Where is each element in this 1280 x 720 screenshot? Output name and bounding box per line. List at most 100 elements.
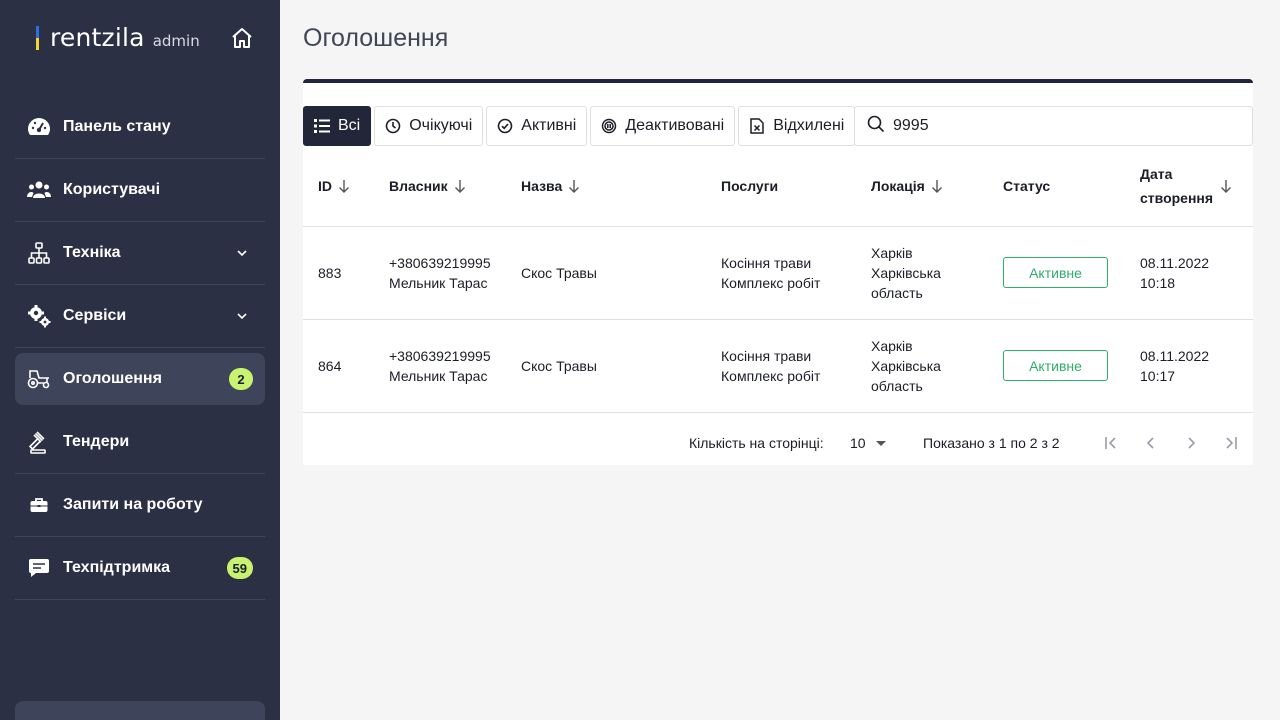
- service-item: Комплекс робіт: [721, 274, 821, 291]
- next-page-icon[interactable]: [1181, 433, 1201, 453]
- column-header-location[interactable]: Локація: [871, 146, 1003, 227]
- cell-services: Косіння трави Комплекс робіт: [721, 226, 871, 320]
- page-size-value: 10: [850, 435, 866, 451]
- sidebar-item-label: Сервіси: [63, 307, 127, 324]
- tractor-icon: [27, 367, 51, 391]
- sidebar-item-label: Тендери: [63, 433, 130, 450]
- cell-status: Активне: [1003, 226, 1140, 320]
- tab-label: Деактивовані: [625, 117, 725, 134]
- tab-label: Всі: [338, 117, 361, 134]
- tab-label: Очікуючі: [409, 117, 473, 134]
- sidebar-item-job-requests[interactable]: Запити на роботу: [15, 474, 265, 537]
- sidebar-item-listings[interactable]: Оголошення 2: [15, 353, 265, 405]
- home-icon[interactable]: [230, 26, 258, 52]
- page-size-label: Кількість на сторінці:: [689, 435, 824, 451]
- owner-name: Мельник Тарас: [389, 367, 488, 384]
- chat-icon: [27, 556, 51, 580]
- service-item: Косіння трави: [721, 254, 812, 271]
- cell-id: 864: [303, 319, 389, 413]
- header-label: ID: [318, 177, 332, 194]
- users-icon: [27, 178, 51, 202]
- owner-phone: +380639219995: [389, 254, 491, 271]
- column-header-services: Послуги: [721, 146, 871, 227]
- first-page-icon[interactable]: [1101, 433, 1121, 453]
- sort-arrow-icon[interactable]: [931, 179, 943, 193]
- caret-down-icon: [875, 440, 886, 446]
- column-header-status: Статус: [1003, 146, 1140, 227]
- tab-all[interactable]: Всі: [303, 106, 372, 146]
- header-label: Назва: [521, 177, 563, 194]
- sidebar-item-users[interactable]: Користувачі: [15, 159, 265, 222]
- support-count-badge: 59: [226, 557, 253, 579]
- tab-label: Відхилені: [773, 117, 845, 134]
- cell-date: 08.11.2022 10:18: [1140, 226, 1253, 320]
- sidebar-item-tenders[interactable]: Тендери: [15, 411, 265, 474]
- sort-arrow-icon[interactable]: [568, 179, 580, 193]
- gavel-icon: [27, 430, 51, 454]
- cell-owner: +380639219995 Мельник Тарас: [389, 226, 521, 320]
- listings-table: ID Власник Назва Послуги Локація Статус …: [303, 146, 1253, 413]
- sidebar-item-equipment[interactable]: Техніка: [15, 222, 265, 285]
- search-icon: [867, 115, 885, 138]
- cell-name: Скос Травы: [521, 319, 721, 413]
- sort-arrow-icon[interactable]: [454, 179, 466, 193]
- search-input[interactable]: [893, 117, 1233, 135]
- table-row[interactable]: 864 +380639219995 Мельник Тарас Скос Трав…: [303, 319, 1253, 413]
- sort-arrow-icon[interactable]: [1220, 179, 1232, 193]
- last-page-icon[interactable]: [1221, 433, 1241, 453]
- cell-id: 883: [303, 226, 389, 320]
- header-label: Статус: [1003, 177, 1051, 194]
- page-title: Оголошення: [303, 24, 449, 52]
- date-value: 08.11.2022: [1140, 347, 1210, 364]
- chevron-down-icon: [235, 246, 249, 260]
- location-city: Харків: [871, 337, 913, 354]
- tab-active[interactable]: Активні: [486, 106, 588, 146]
- status-badge: Активне: [1003, 257, 1108, 288]
- service-item: Комплекс робіт: [721, 367, 821, 384]
- list-icon: [314, 118, 330, 134]
- tab-pending[interactable]: Очікуючі: [374, 106, 484, 146]
- sidebar-item-label: Оголошення: [63, 370, 162, 387]
- hierarchy-icon: [27, 241, 51, 265]
- cell-status: Активне: [1003, 319, 1140, 413]
- sidebar-item-label: Запити на роботу: [63, 496, 203, 513]
- sidebar-item-dashboard[interactable]: Панель стану: [15, 96, 265, 159]
- time-value: 10:18: [1140, 274, 1176, 291]
- chevron-down-icon: [235, 309, 249, 323]
- tab-label: Активні: [521, 117, 577, 134]
- location-suffix: область: [871, 377, 923, 394]
- cell-location: Харків Харківська область: [871, 319, 1003, 413]
- header-label: Власник: [389, 177, 448, 194]
- prev-page-icon[interactable]: [1141, 433, 1161, 453]
- sidebar-item-support[interactable]: Техпідтримка 59: [15, 537, 265, 600]
- tab-rejected[interactable]: Відхилені: [738, 106, 856, 146]
- column-header-id[interactable]: ID: [303, 146, 389, 227]
- brand-name: rentzila: [50, 23, 145, 52]
- cell-location: Харків Харківська область: [871, 226, 1003, 320]
- owner-phone: +380639219995: [389, 347, 491, 364]
- sidebar-item-label: Користувачі: [63, 181, 161, 198]
- cell-owner: +380639219995 Мельник Тарас: [389, 319, 521, 413]
- column-header-date[interactable]: Дата створення: [1140, 146, 1253, 227]
- pause-circle-icon: [601, 118, 617, 134]
- column-header-owner[interactable]: Власник: [389, 146, 521, 227]
- sidebar-profile-card[interactable]: [15, 701, 265, 720]
- sidebar-nav: Панель стану Користувачі Техніка Сервіси: [15, 96, 265, 600]
- table-header-row: ID Власник Назва Послуги Локація Статус …: [303, 146, 1253, 227]
- page-size-select[interactable]: 10: [850, 435, 886, 451]
- tab-deactivated[interactable]: Деактивовані: [590, 106, 736, 146]
- filter-tabs: Всі Очікуючі Активні Деактивовані Відхил…: [303, 106, 858, 146]
- column-header-name[interactable]: Назва: [521, 146, 721, 227]
- search-box[interactable]: [854, 106, 1253, 146]
- sort-arrow-icon[interactable]: [338, 179, 350, 193]
- table-row[interactable]: 883 +380639219995 Мельник Тарас Скос Трав…: [303, 226, 1253, 320]
- gears-icon: [27, 304, 51, 328]
- listings-count-badge: 2: [229, 368, 253, 390]
- brand-logo[interactable]: rentzila admin: [36, 22, 200, 54]
- owner-name: Мельник Тарас: [389, 274, 488, 291]
- sidebar-item-services[interactable]: Сервіси: [15, 285, 265, 348]
- briefcase-icon: [27, 493, 51, 517]
- cell-services: Косіння трави Комплекс робіт: [721, 319, 871, 413]
- location-region: Харківська: [871, 264, 941, 281]
- time-value: 10:17: [1140, 367, 1176, 384]
